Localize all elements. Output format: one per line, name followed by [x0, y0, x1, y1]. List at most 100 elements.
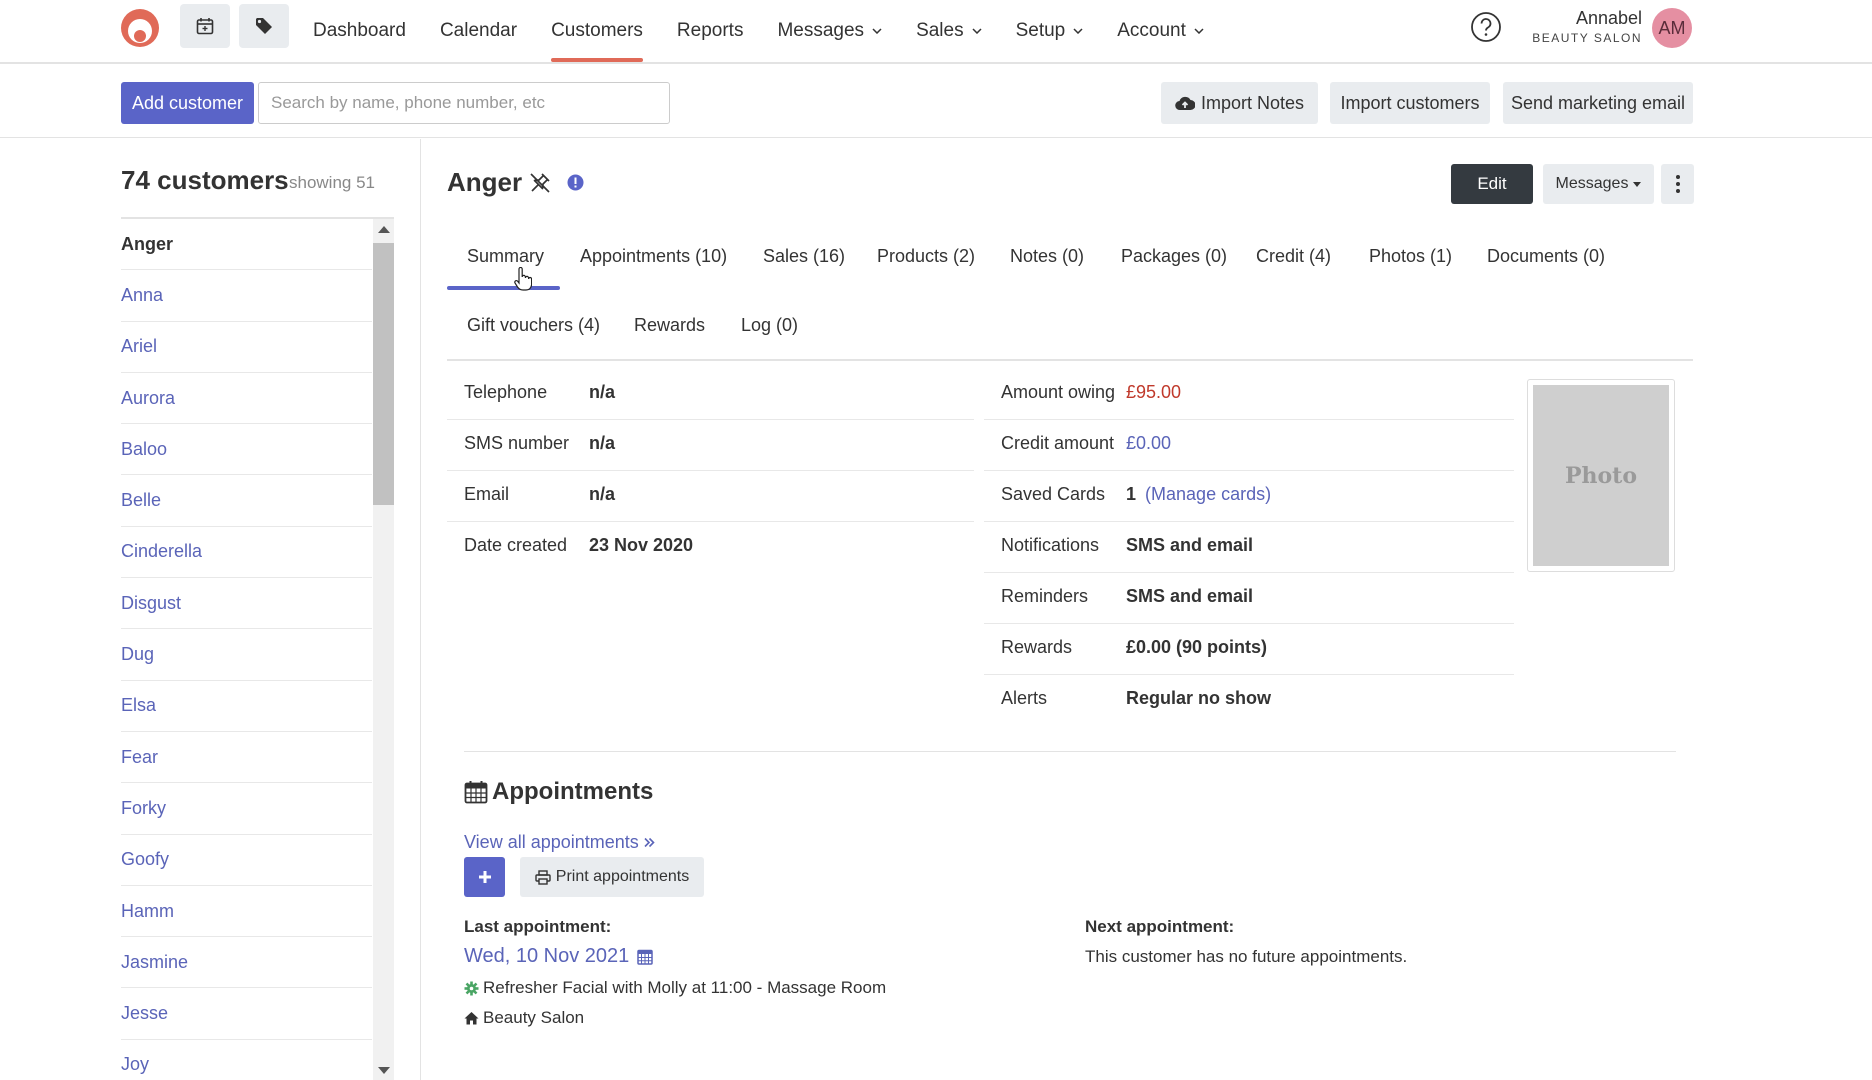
nav-item-dashboard[interactable]: Dashboard: [296, 0, 423, 62]
nav-item-reports[interactable]: Reports: [660, 0, 761, 62]
view-all-appointments-link[interactable]: View all appointments: [464, 832, 655, 853]
unpin-icon[interactable]: [528, 171, 552, 195]
showing-count: showing 51: [289, 173, 376, 192]
customer-list-item[interactable]: Fear: [121, 732, 372, 784]
more-options-button[interactable]: [1661, 164, 1694, 204]
last-appointment-location-text: Beauty Salon: [483, 1008, 585, 1027]
alert-info-icon[interactable]: [567, 174, 584, 191]
detail-row: SMS number n/a: [447, 420, 974, 471]
quick-calendar-button[interactable]: [180, 4, 230, 48]
rewards-label: Rewards: [1001, 637, 1073, 657]
rewards-value: £0.00 (90 points): [1126, 637, 1268, 657]
credit-amount-link[interactable]: £0.00: [1126, 433, 1171, 454]
edit-customer-button[interactable]: Edit: [1451, 164, 1533, 204]
tab-appointments[interactable]: Appointments (10): [580, 246, 727, 267]
import-customers-button[interactable]: Import customers: [1330, 82, 1490, 124]
customer-list-item[interactable]: Hamm: [121, 886, 372, 938]
detail-row-rewards: Rewards £0.00 (90 points): [984, 624, 1514, 675]
nav-item-calendar[interactable]: Calendar: [423, 0, 534, 62]
view-all-appointments-label: View all appointments: [464, 832, 639, 852]
double-chevron-right-icon: [644, 837, 655, 848]
messages-dropdown-label: Messages: [1555, 175, 1629, 192]
tab-gift-vouchers[interactable]: Gift vouchers (4): [467, 315, 600, 336]
customer-list-item[interactable]: Jesse: [121, 988, 372, 1040]
detail-row-notifications: Notifications SMS and email: [984, 522, 1514, 573]
add-appointment-button[interactable]: [464, 857, 505, 897]
customer-list-item[interactable]: Cinderella: [121, 527, 372, 579]
customer-list-item[interactable]: Jasmine: [121, 937, 372, 989]
last-appointment-date-link[interactable]: Wed, 10 Nov 2021: [464, 945, 654, 968]
hand-pointer-cursor-icon: [514, 267, 532, 291]
quick-sale-button[interactable]: [239, 4, 289, 48]
nav-item-messages[interactable]: Messages: [760, 0, 899, 62]
amount-owing-label: Amount owing: [1001, 382, 1116, 402]
calendar-icon: [196, 18, 214, 35]
nav-item-label: Sales: [916, 20, 964, 41]
customer-photo-frame[interactable]: Photo: [1527, 379, 1675, 572]
top-navbar: Dashboard Calendar Customers Reports Message…: [0, 0, 1872, 64]
action-bar: Add customer Import Notes Import custome…: [0, 64, 1872, 138]
nav-item-label: Reports: [676, 20, 744, 41]
user-info[interactable]: Annabel BEAUTY SALON: [1530, 8, 1642, 46]
tab-packages[interactable]: Packages (0): [1121, 246, 1227, 267]
gear-icon: [464, 981, 479, 995]
manage-cards-link[interactable]: (Manage cards): [1145, 484, 1271, 504]
customer-list-item[interactable]: Elsa: [121, 681, 372, 732]
last-appointment-service-text: Refresher Facial with Molly at 11:00 - M…: [483, 978, 887, 997]
customer-list-item[interactable]: Goofy: [121, 835, 372, 886]
scroll-up-arrow-icon[interactable]: [378, 226, 390, 233]
scroll-down-arrow-icon[interactable]: [378, 1067, 390, 1074]
nav-item-label: Account: [1117, 20, 1186, 41]
section-divider: [464, 751, 1676, 752]
customer-list-item[interactable]: Forky: [121, 783, 372, 835]
credit-amount-label: Credit amount: [1001, 433, 1115, 453]
tab-notes[interactable]: Notes (0): [1010, 246, 1084, 267]
nav-item-sales[interactable]: Sales: [899, 0, 999, 62]
detail-label: Telephone: [464, 382, 548, 402]
customer-list-item[interactable]: Baloo: [121, 424, 372, 476]
import-notes-button[interactable]: Import Notes: [1161, 82, 1318, 124]
customer-list-item[interactable]: Ariel: [121, 322, 372, 373]
customer-list-item[interactable]: Anna: [121, 270, 372, 322]
customer-list-item[interactable]: Disgust: [121, 578, 372, 630]
tab-photos[interactable]: Photos (1): [1369, 246, 1452, 267]
tab-documents[interactable]: Documents (0): [1487, 246, 1605, 267]
alerts-label: Alerts: [1001, 688, 1048, 708]
print-appointments-button[interactable]: Print appointments: [520, 857, 704, 897]
nav-item-label: Calendar: [439, 20, 518, 41]
salon-logo-icon[interactable]: [120, 8, 160, 48]
nav-item-setup[interactable]: Setup: [999, 0, 1101, 62]
customer-list-item[interactable]: Belle: [121, 475, 372, 527]
detail-row: Date created 23 Nov 2020: [447, 522, 974, 573]
reminders-value: SMS and email: [1126, 586, 1254, 606]
saved-cards-label: Saved Cards: [1001, 484, 1106, 504]
nav-item-customers[interactable]: Customers: [534, 0, 660, 62]
customer-list-scrollbar[interactable]: [373, 219, 394, 1080]
customer-list-item[interactable]: Joy: [121, 1040, 372, 1080]
send-marketing-email-button[interactable]: Send marketing email: [1503, 82, 1693, 124]
calendar-small-icon: [637, 949, 654, 965]
messages-dropdown-button[interactable]: Messages: [1543, 164, 1654, 204]
detail-value: n/a: [589, 484, 616, 504]
detail-row-reminders: Reminders SMS and email: [984, 573, 1514, 624]
tab-credit[interactable]: Credit (4): [1256, 246, 1331, 267]
customer-list-item[interactable]: Aurora: [121, 373, 372, 425]
customer-list-item[interactable]: Dug: [121, 629, 372, 681]
tab-products[interactable]: Products (2): [877, 246, 975, 267]
tab-summary[interactable]: Summary: [467, 246, 544, 267]
tab-sales[interactable]: Sales (16): [763, 246, 845, 267]
nav-item-label: Setup: [1015, 20, 1066, 41]
detail-label: Email: [464, 484, 510, 504]
main-nav: Dashboard Calendar Customers Reports Message…: [296, 0, 1221, 62]
scroll-thumb[interactable]: [373, 243, 394, 505]
nav-item-account[interactable]: Account: [1100, 0, 1221, 62]
help-icon[interactable]: [1470, 11, 1502, 43]
tab-rewards[interactable]: Rewards: [634, 315, 705, 336]
avatar[interactable]: AM: [1652, 8, 1692, 48]
home-icon: [464, 1012, 479, 1025]
detail-row-alerts: Alerts Regular no show: [984, 675, 1514, 726]
customer-list-item[interactable]: Anger: [121, 219, 372, 271]
add-customer-button[interactable]: Add customer: [121, 82, 254, 124]
customer-search-input[interactable]: [258, 82, 670, 124]
tab-log[interactable]: Log (0): [741, 315, 798, 336]
